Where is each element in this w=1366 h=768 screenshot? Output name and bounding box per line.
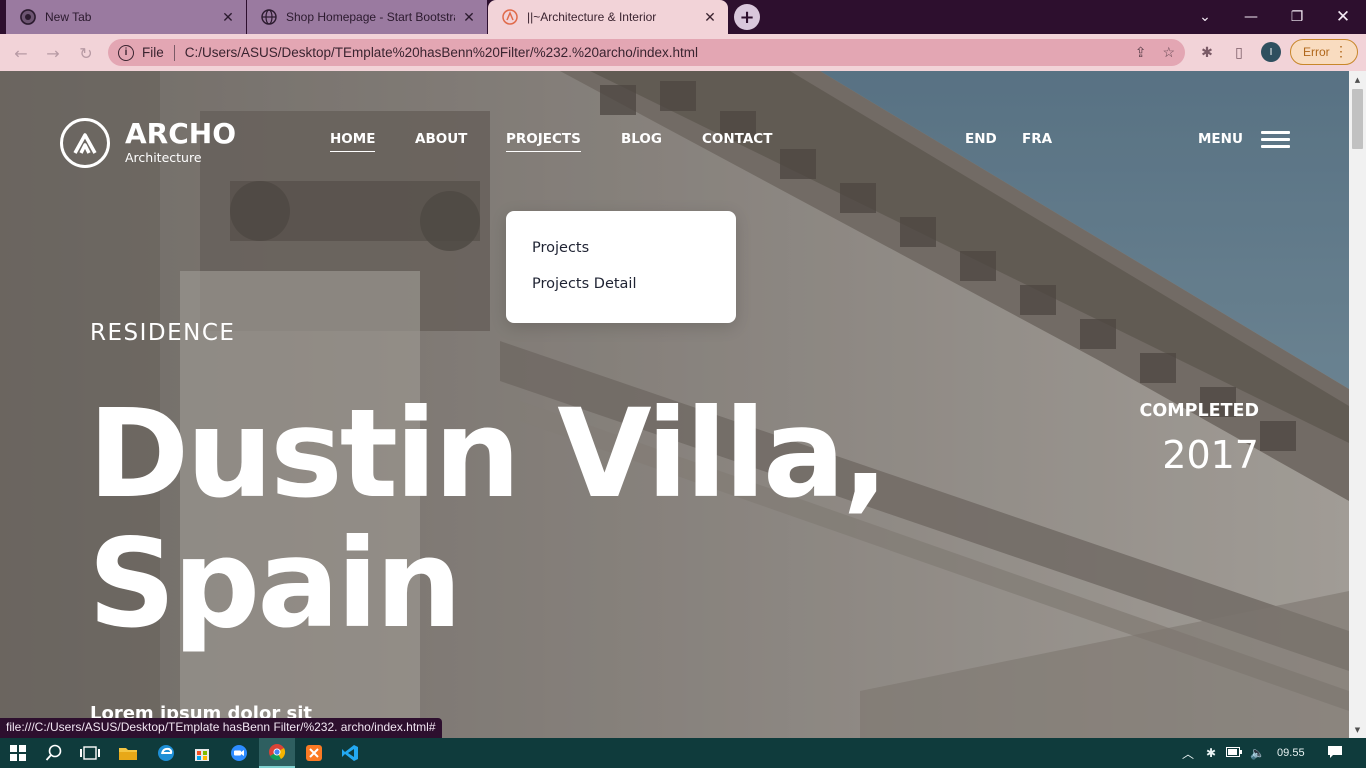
- tab-architecture-interior[interactable]: ||~Architecture & Interior ✕: [488, 0, 728, 34]
- notifications-icon[interactable]: [1327, 745, 1343, 762]
- browser-toolbar: ← → ↻ i File C:/Users/ASUS/Desktop/TEmpl…: [0, 34, 1366, 71]
- windows-start-icon[interactable]: [0, 738, 36, 768]
- menu-label[interactable]: MENU: [1198, 131, 1243, 147]
- wifi-icon[interactable]: ✱: [1206, 746, 1216, 760]
- tab-title: ||~Architecture & Interior: [527, 10, 657, 24]
- nav-item-projects[interactable]: PROJECTS: [506, 131, 581, 152]
- hero-eyebrow: RESIDENCE: [90, 320, 236, 346]
- zoom-icon[interactable]: [221, 738, 257, 768]
- scroll-down-arrow-icon[interactable]: ▼: [1349, 721, 1366, 738]
- clock-time[interactable]: 09.55: [1277, 747, 1305, 759]
- page-viewport: ARCHO Architecture HOME ABOUT PROJECTS B…: [0, 71, 1349, 738]
- store-icon[interactable]: [184, 738, 220, 768]
- system-tray: ︿ ✱ 🔈 09.55: [1182, 738, 1343, 768]
- tab-shop-homepage[interactable]: Shop Homepage - Start Bootstrap ✕: [247, 0, 487, 34]
- new-tab-button[interactable]: +: [734, 4, 760, 30]
- extensions-puzzle-icon[interactable]: ✱: [1196, 42, 1218, 64]
- scrollbar-thumb[interactable]: [1352, 89, 1363, 149]
- side-panel-icon[interactable]: ▯: [1228, 42, 1250, 64]
- close-window-button[interactable]: ✕: [1320, 0, 1366, 34]
- error-button[interactable]: Error ⋮: [1290, 39, 1358, 65]
- tray-chevron-up-icon[interactable]: ︿: [1182, 745, 1194, 762]
- url-text[interactable]: C:/Users/ASUS/Desktop/TEmplate%20hasBenn…: [185, 45, 698, 60]
- tab-title: Shop Homepage - Start Bootstrap: [286, 10, 455, 24]
- scheme-label: File: [142, 45, 164, 60]
- restore-button[interactable]: ❐: [1274, 0, 1320, 34]
- nav-item-blog[interactable]: BLOG: [621, 131, 662, 151]
- xampp-icon[interactable]: [296, 738, 332, 768]
- hamburger-menu-icon[interactable]: [1261, 131, 1290, 149]
- reload-icon[interactable]: ↻: [75, 42, 97, 64]
- profile-avatar[interactable]: I: [1261, 42, 1281, 62]
- completed-label: COMPLETED: [1139, 401, 1259, 421]
- windows-taskbar: ︿ ✱ 🔈 09.55: [0, 738, 1366, 768]
- divider: [173, 44, 175, 61]
- completed-year: 2017: [1162, 433, 1259, 477]
- share-icon[interactable]: ⇪: [1135, 44, 1147, 61]
- site-logo[interactable]: ARCHO Architecture: [60, 118, 236, 168]
- archo-favicon-icon: [502, 9, 518, 25]
- forward-arrow-icon[interactable]: →: [42, 42, 64, 64]
- language-fra[interactable]: FRA: [1022, 131, 1052, 147]
- projects-dropdown: Projects Projects Detail: [506, 211, 736, 323]
- globe-icon: [261, 9, 277, 25]
- hero-title-line-2: Spain: [88, 513, 462, 655]
- more-vert-icon[interactable]: ⋮: [1334, 43, 1348, 59]
- archo-logo-icon: [60, 118, 110, 168]
- vscode-icon[interactable]: [332, 738, 368, 768]
- dropdown-item-projects-detail[interactable]: Projects Detail: [532, 276, 637, 292]
- nav-item-about[interactable]: ABOUT: [415, 131, 467, 151]
- close-tab-icon[interactable]: ✕: [461, 9, 477, 26]
- back-arrow-icon[interactable]: ←: [10, 42, 32, 64]
- task-view-icon[interactable]: [72, 738, 108, 768]
- page-scrollbar[interactable]: ▲ ▼: [1349, 71, 1366, 738]
- minimize-button[interactable]: —: [1228, 0, 1274, 34]
- link-status-bar: file:///C:/Users/ASUS/Desktop/TEmplate h…: [0, 718, 442, 738]
- tab-search-chevron-icon[interactable]: ⌄: [1182, 0, 1228, 34]
- battery-icon[interactable]: [1226, 746, 1243, 760]
- browser-tab-strip: New Tab ✕ Shop Homepage - Start Bootstra…: [0, 0, 1366, 34]
- close-tab-icon[interactable]: ✕: [702, 9, 718, 26]
- chrome-icon: [20, 9, 36, 25]
- scroll-up-arrow-icon[interactable]: ▲: [1349, 71, 1366, 88]
- file-explorer-icon[interactable]: [110, 738, 146, 768]
- hero-title-line-1: Dustin Villa,: [88, 383, 889, 525]
- logo-name: ARCHO: [125, 117, 237, 150]
- info-icon[interactable]: i: [118, 44, 134, 61]
- address-bar[interactable]: i File C:/Users/ASUS/Desktop/TEmplate%20…: [108, 39, 1185, 66]
- bookmark-star-icon[interactable]: ☆: [1162, 44, 1175, 61]
- nav-item-home[interactable]: HOME: [330, 131, 376, 152]
- error-label: Error: [1303, 45, 1330, 59]
- edge-browser-icon[interactable]: [148, 738, 184, 768]
- hero-title: Dustin Villa, Spain: [88, 389, 988, 649]
- search-icon[interactable]: [36, 738, 72, 768]
- language-end[interactable]: END: [965, 131, 997, 147]
- close-tab-icon[interactable]: ✕: [220, 9, 236, 26]
- logo-tagline: Architecture: [125, 150, 202, 165]
- chrome-taskbar-icon[interactable]: [259, 738, 295, 768]
- nav-item-contact[interactable]: CONTACT: [702, 131, 772, 151]
- tab-title: New Tab: [45, 10, 92, 24]
- tab-new-tab[interactable]: New Tab ✕: [6, 0, 246, 34]
- dropdown-item-projects[interactable]: Projects: [532, 240, 589, 256]
- volume-icon[interactable]: 🔈: [1250, 746, 1265, 760]
